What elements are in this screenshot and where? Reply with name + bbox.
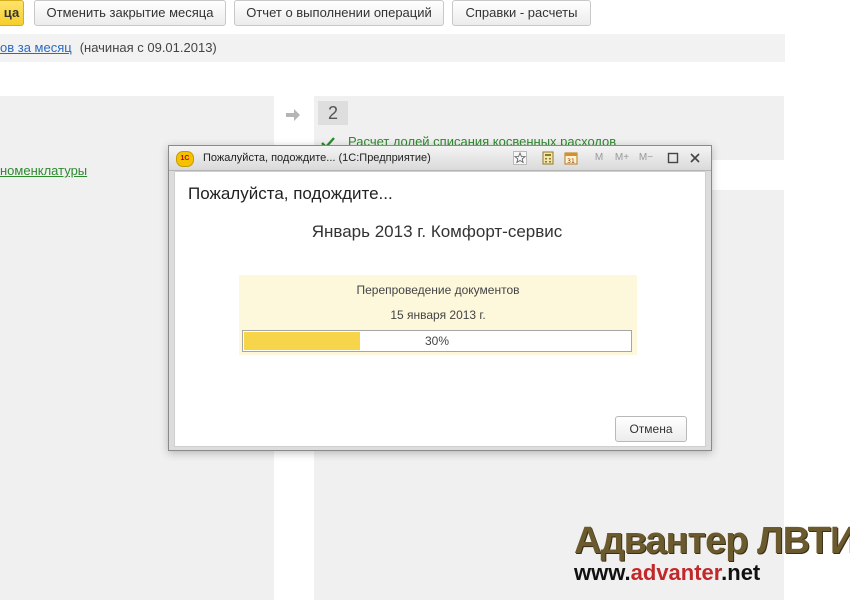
star-icon[interactable] (513, 151, 527, 165)
arrow-right-icon (286, 109, 300, 121)
progress-date: 15 января 2013 г. (390, 308, 486, 322)
help-calc-button[interactable]: Справки - расчеты (452, 0, 591, 26)
progress-panel: Перепроведение документов 15 января 2013… (239, 275, 637, 355)
memory-m-button[interactable]: M (593, 151, 605, 165)
svg-text:31: 31 (567, 158, 575, 165)
calculator-icon[interactable] (541, 151, 555, 165)
progress-label: Перепроведение документов (356, 283, 520, 297)
watermark-url-suffix: .net (721, 560, 761, 585)
close-month-button[interactable]: ца (0, 0, 24, 26)
toolbar: ца Отменить закрытие месяца Отчет о выпо… (0, 0, 850, 32)
progress-bar: 30% (242, 330, 632, 352)
step-number: 2 (318, 101, 348, 125)
start-date-text: (начиная с 09.01.2013) (79, 40, 217, 55)
watermark-url-highlight: advanter (630, 560, 722, 585)
watermark-url: www.advanter.net (574, 560, 760, 586)
operations-report-button[interactable]: Отчет о выполнении операций (234, 0, 444, 26)
dialog-heading: Пожалуйста, подождите... (188, 184, 393, 203)
cancel-close-month-button[interactable]: Отменить закрытие месяца (34, 0, 226, 26)
dialog-body: Пожалуйста, подождите... Январь 2013 г. … (174, 171, 706, 447)
maximize-icon[interactable] (667, 151, 679, 165)
memory-minus-button[interactable]: M− (637, 151, 655, 165)
dialog-subtitle: Январь 2013 г. Комфорт-сервис (311, 222, 563, 241)
watermark-url-prefix: www. (574, 560, 631, 585)
memory-plus-button[interactable]: M+ (613, 151, 631, 165)
month-link[interactable]: ов за месяц (0, 40, 72, 55)
dialog-titlebar: 1С Пожалуйста, подождите... (1С:Предприя… (169, 146, 711, 171)
cancel-button[interactable]: Отмена (615, 416, 687, 442)
calendar-icon[interactable]: 31 (564, 151, 578, 165)
watermark-brand: Адвантер ЛВТИ (574, 520, 850, 562)
info-strip: ов за месяц (начиная с 09.01.2013) (0, 34, 785, 62)
wait-dialog: 1С Пожалуйста, подождите... (1С:Предприя… (168, 145, 712, 451)
close-icon[interactable] (689, 151, 701, 165)
dialog-title: Пожалуйста, подождите... (1С:Предприятие… (203, 152, 431, 164)
progress-text: 30% (424, 334, 450, 348)
nomenclature-link[interactable]: номенклатуры (0, 163, 87, 178)
app-1c-icon: 1С (176, 151, 194, 167)
